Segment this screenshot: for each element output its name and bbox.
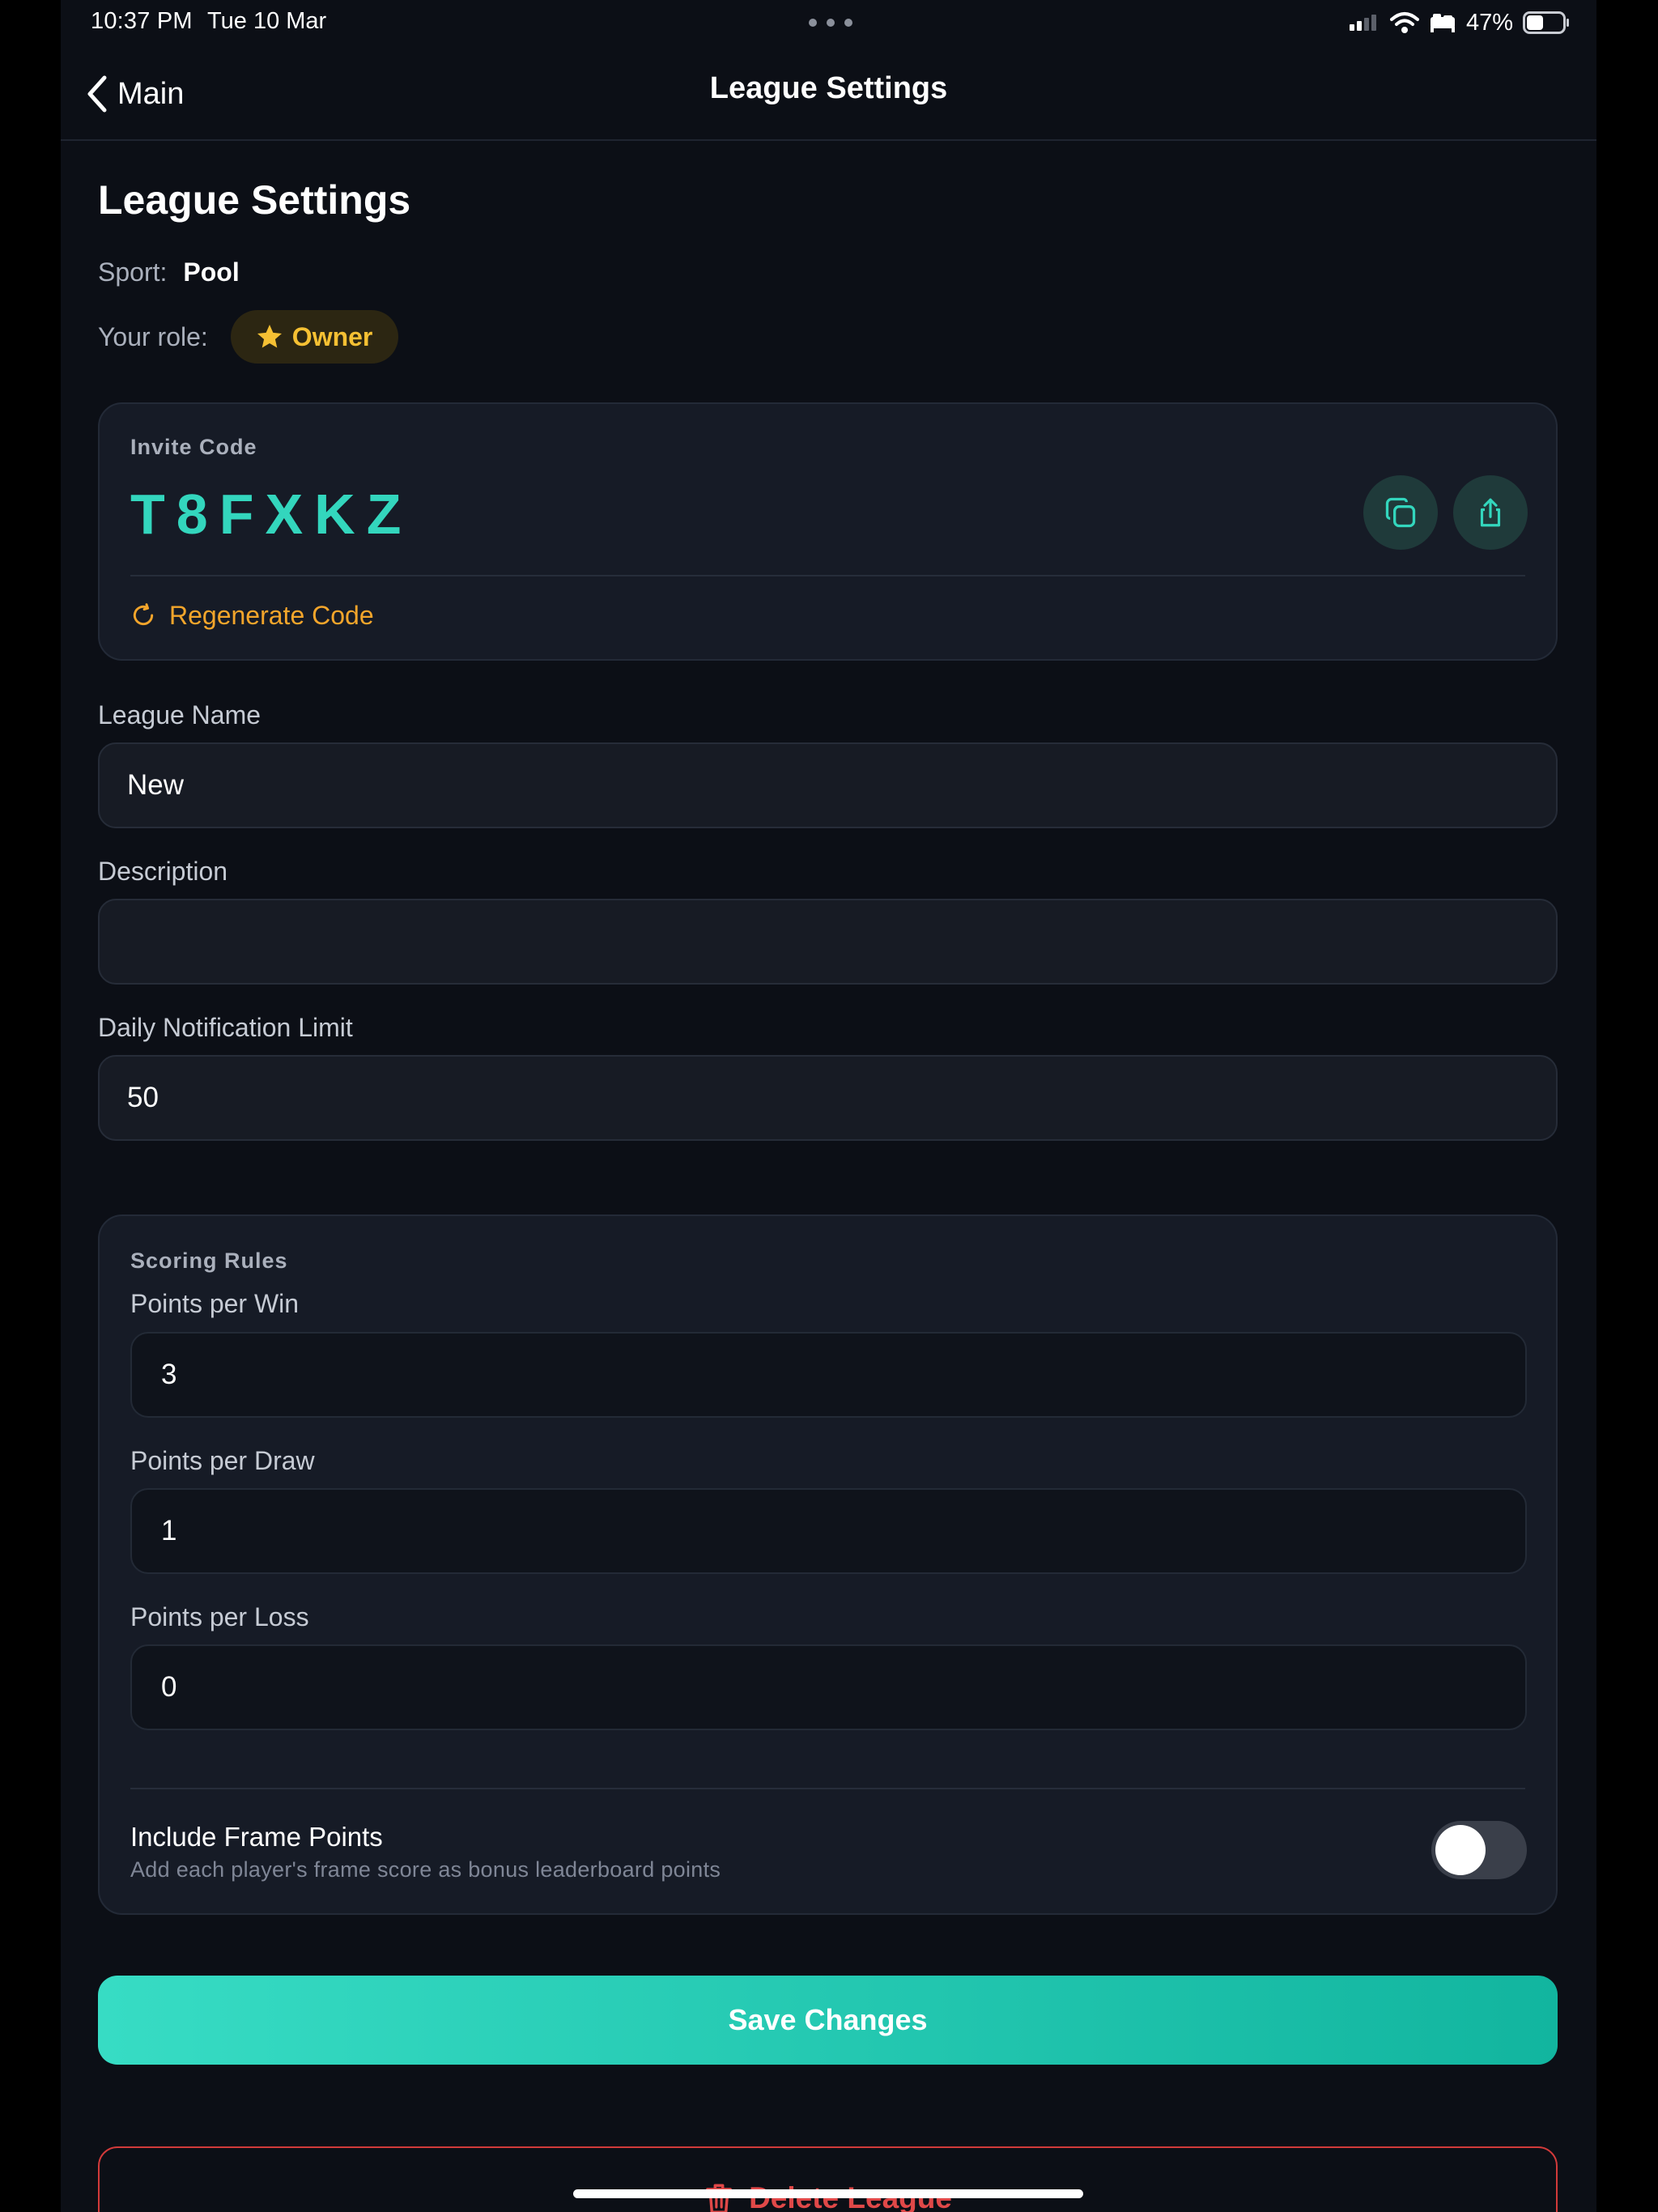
points-per-loss-label: Points per Loss bbox=[130, 1602, 309, 1631]
invite-code-caption: Invite Code bbox=[130, 435, 257, 459]
scoring-rules-caption: Scoring Rules bbox=[130, 1249, 288, 1273]
regenerate-code-label: Regenerate Code bbox=[169, 600, 374, 630]
role-label: Your role: bbox=[98, 321, 208, 351]
delete-league-button[interactable]: Delete League bbox=[98, 2146, 1558, 2212]
points-per-draw-label: Points per Draw bbox=[130, 1446, 315, 1475]
copy-code-button[interactable] bbox=[1363, 475, 1438, 550]
battery-percentage: 47% bbox=[1465, 9, 1513, 36]
points-per-loss-input[interactable] bbox=[130, 1644, 1527, 1730]
league-name-label: League Name bbox=[98, 700, 261, 730]
status-time: 10:37 PM bbox=[91, 8, 193, 34]
notification-limit-input[interactable] bbox=[98, 1055, 1558, 1141]
league-settings-screen: 10:37 PM Tue 10 Mar 47% Main League Sett… bbox=[61, 0, 1596, 2212]
home-indicator[interactable] bbox=[573, 2189, 1083, 2198]
frame-points-title: Include Frame Points bbox=[130, 1822, 383, 1852]
owner-badge: Owner bbox=[230, 310, 399, 364]
owner-badge-label: Owner bbox=[291, 321, 373, 351]
notification-limit-label: Daily Notification Limit bbox=[98, 1013, 353, 1042]
refresh-icon bbox=[133, 603, 154, 626]
toggle-knob bbox=[1435, 1825, 1486, 1875]
status-date: Tue 10 Mar bbox=[207, 8, 327, 34]
share-icon bbox=[1480, 498, 1501, 527]
points-per-draw-input[interactable] bbox=[130, 1488, 1527, 1574]
sport-value: Pool bbox=[183, 257, 240, 287]
description-label: Description bbox=[98, 857, 228, 886]
invite-code-card: Invite Code T8FXKZ Regenerate Code bbox=[98, 402, 1558, 661]
share-code-button[interactable] bbox=[1453, 475, 1528, 550]
wifi-icon bbox=[1389, 12, 1419, 33]
star-icon bbox=[257, 325, 282, 348]
role-row: Your role: Owner bbox=[98, 309, 399, 364]
scoring-rules-card: Scoring Rules Points per Win Points per … bbox=[98, 1214, 1558, 1915]
scoring-card-divider bbox=[130, 1788, 1525, 1789]
nav-title: League Settings bbox=[709, 71, 948, 105]
battery-icon bbox=[1523, 11, 1569, 34]
frame-points-toggle[interactable] bbox=[1431, 1821, 1527, 1879]
points-per-win-input[interactable] bbox=[130, 1332, 1527, 1418]
sport-row: Sport: Pool bbox=[98, 257, 240, 287]
invite-card-divider bbox=[130, 575, 1525, 576]
sport-label: Sport: bbox=[98, 257, 168, 287]
signal-icon bbox=[1349, 15, 1376, 31]
points-per-win-label: Points per Win bbox=[130, 1289, 300, 1318]
frame-points-description: Add each player's frame score as bonus l… bbox=[130, 1857, 721, 1882]
invite-code-value: T8FXKZ bbox=[130, 483, 413, 546]
navigation-bar: Main League Settings bbox=[61, 57, 1596, 141]
multitasking-dots-icon[interactable] bbox=[808, 18, 853, 28]
save-changes-button[interactable]: Save Changes bbox=[98, 1976, 1558, 2065]
sleep-focus-icon bbox=[1430, 14, 1455, 32]
league-name-input[interactable] bbox=[98, 742, 1558, 828]
description-input[interactable] bbox=[98, 899, 1558, 985]
regenerate-code-button[interactable]: Regenerate Code bbox=[130, 595, 374, 636]
copy-icon bbox=[1385, 497, 1416, 528]
page-title: League Settings bbox=[98, 177, 411, 223]
status-indicators: 47% bbox=[1348, 6, 1570, 39]
status-bar: 10:37 PM Tue 10 Mar 47% bbox=[61, 0, 1596, 45]
